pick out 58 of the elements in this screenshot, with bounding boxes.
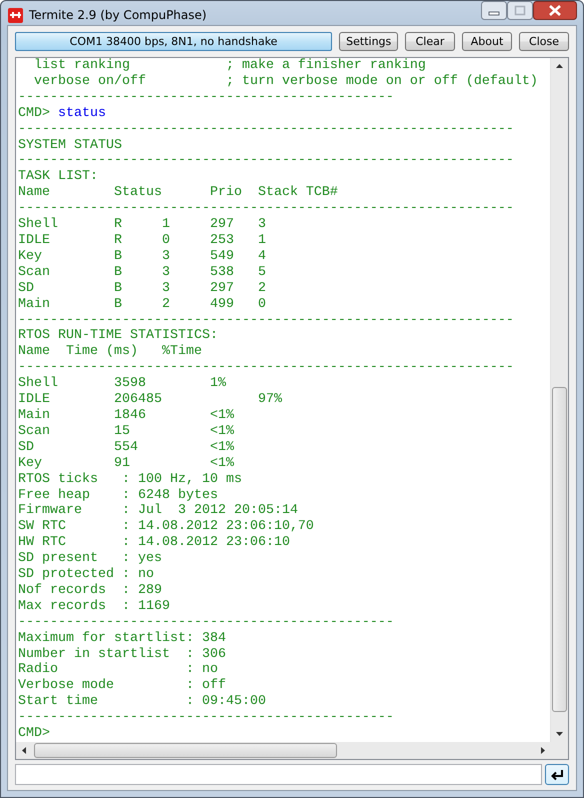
terminal-line: SD B 3 297 2 — [18, 280, 266, 297]
terminal-line: Shell R 1 297 3 — [18, 217, 266, 233]
terminal-line: Verbose mode : off — [18, 678, 226, 694]
toolbar-button[interactable]: Clear — [405, 32, 455, 52]
terminal-line: -------------------------------------------------------------- — [18, 360, 514, 376]
terminal-line: SW RTC : 14.08.2012 23:06:10,70 — [18, 519, 314, 536]
send-button[interactable] — [545, 764, 569, 785]
terminal-line: ----------------------------------------------- — [18, 90, 394, 106]
terminal-line: -------------------------------------------------------------- — [18, 153, 514, 170]
terminal-line: Key B 3 549 4 — [18, 248, 266, 265]
terminal-line: Firmware : Jul 3 2012 20:05:14 — [18, 503, 298, 520]
terminal-line: -------------------------------------------------------------- — [18, 201, 514, 217]
terminal-line: ----------------------------------------------- — [18, 710, 394, 726]
enter-icon — [549, 768, 565, 780]
terminal-line: Start time : 09:45:00 — [18, 694, 266, 710]
terminal-line: CMD> — [18, 726, 50, 742]
terminal-line: Key 91 <1% — [18, 456, 234, 472]
terminal-line: IDLE 206485 97% — [18, 392, 282, 408]
terminal-line: -------------------------------------------------------------- — [18, 312, 514, 328]
toolbar-button[interactable]: About — [462, 32, 512, 52]
terminal-line: SD present : yes — [18, 551, 162, 567]
terminal-line: HW RTC : 14.08.2012 23:06:10 — [18, 535, 290, 552]
terminal-line: CMD> status — [18, 106, 106, 122]
terminal-line: RTOS ticks : 100 Hz, 10 ms — [18, 472, 242, 488]
terminal-line: IDLE R 0 253 1 — [18, 233, 266, 249]
terminal-line: Name Status Prio Stack TCB# — [18, 185, 338, 202]
maximize-icon[interactable] — [507, 1, 533, 20]
terminal-line: Main B 2 499 0 — [18, 296, 266, 313]
app-icon — [8, 8, 23, 23]
terminal-line: Number in startlist : 306 — [18, 646, 226, 662]
terminal-line: -------------------------------------------------------------- — [18, 122, 514, 138]
terminal-line: Maximum for startlist: 384 — [18, 630, 226, 647]
terminal-line: TASK LIST: — [18, 169, 98, 186]
connection-button[interactable]: COM1 38400 bps, 8N1, no handshake — [15, 32, 332, 52]
terminal-line: Name Time (ms) %Time — [18, 344, 202, 360]
terminal-line: ----------------------------------------------- — [18, 614, 394, 631]
toolbar-button[interactable]: Close — [519, 32, 569, 52]
terminal-line: Radio : no — [18, 662, 218, 678]
terminal-line: Scan 15 <1% — [18, 424, 234, 440]
terminal-line: Nof records : 289 — [18, 582, 162, 599]
terminal-line: verbose on/off ; turn verbose mode on or off (default) — [32, 74, 538, 90]
terminal-line: RTOS RUN-TIME STATISTICS: — [18, 328, 218, 344]
terminal-line: SYSTEM STATUS — [18, 138, 122, 154]
vertical-scrollbar[interactable] — [550, 58, 568, 742]
terminal-line: Main 1846 <1% — [18, 408, 234, 424]
close-icon[interactable] — [533, 1, 577, 20]
terminal-line: SD protected : no — [18, 567, 154, 583]
terminal-line: Max records : 1169 — [18, 598, 170, 615]
terminal-line: list ranking ; make a finisher ranking — [32, 58, 426, 74]
toolbar-button[interactable]: Settings — [339, 32, 398, 52]
input-field[interactable] — [15, 764, 542, 785]
terminal-line: Shell 3598 1% — [18, 376, 226, 392]
minimize-icon[interactable] — [481, 1, 507, 20]
window-title: Termite 2.9 (by CompuPhase) — [29, 7, 207, 23]
terminal-line: SD 554 <1% — [18, 440, 234, 456]
terminal-line: Free heap : 6248 bytes — [18, 488, 218, 503]
terminal-line: Scan B 3 538 5 — [18, 264, 266, 281]
horizontal-scrollbar[interactable] — [16, 742, 568, 759]
